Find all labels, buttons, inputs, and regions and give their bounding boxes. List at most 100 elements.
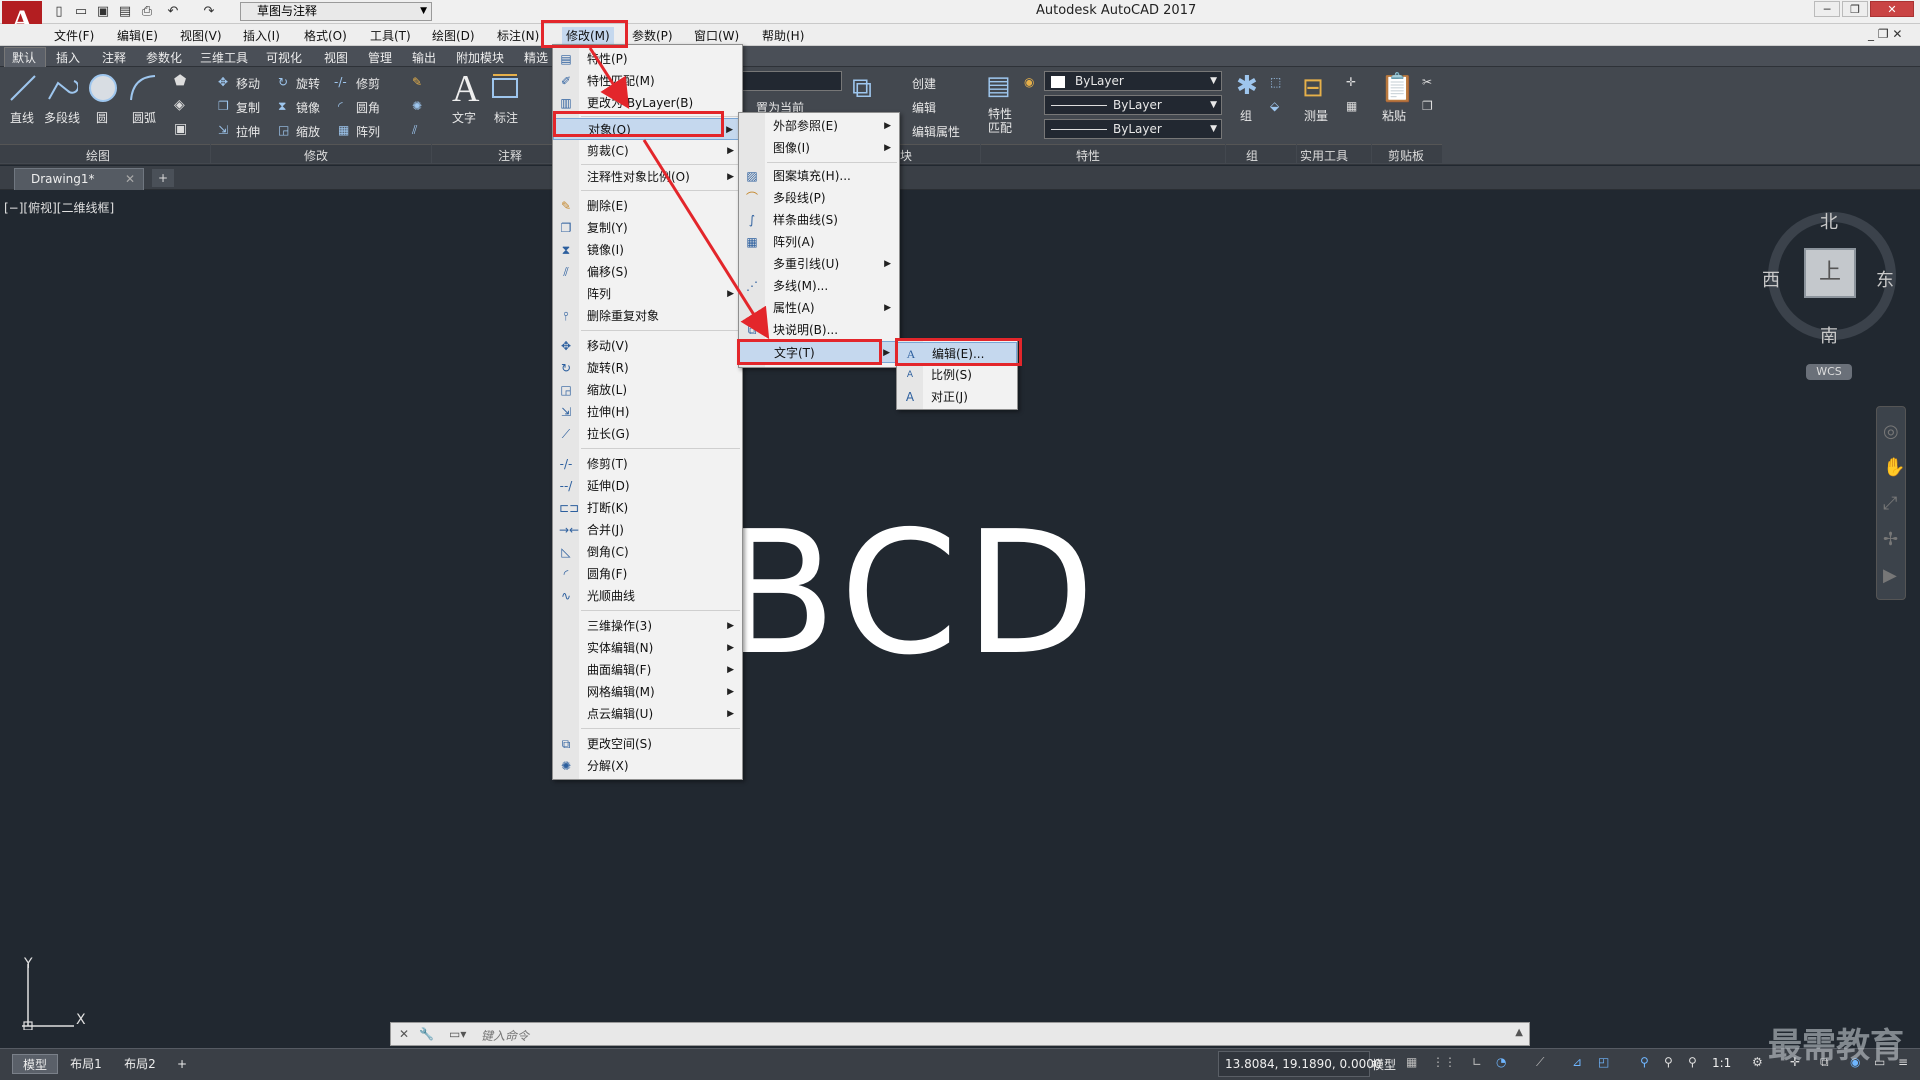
close-icon[interactable]: ✕ xyxy=(125,172,135,186)
panel-properties-bar[interactable] xyxy=(981,144,1225,163)
tab-addins[interactable]: 附加模块 xyxy=(456,49,504,66)
menu-item-copy[interactable]: ❐ 复制(Y) xyxy=(553,217,742,239)
panel-annotate-bar[interactable] xyxy=(432,144,552,163)
new-icon[interactable]: ▯ xyxy=(50,3,68,20)
arc-icon[interactable] xyxy=(128,73,158,103)
menu-item-image[interactable]: 图像(I) ▶ xyxy=(739,137,899,159)
osnap-tracking-icon[interactable]: ⊿ xyxy=(1572,1055,1582,1069)
menu-item-properties[interactable]: ▤ 特性(P) xyxy=(553,48,742,70)
offset-icon[interactable]: ⫽ xyxy=(412,123,417,138)
add-layout-button[interactable]: + xyxy=(170,1054,194,1074)
menu-item-blockdesc[interactable]: ⧉ 块说明(B)... xyxy=(739,319,899,341)
menu-item-pcedit[interactable]: 点云编辑(U) ▶ xyxy=(553,703,742,725)
layer-dropdown[interactable] xyxy=(740,71,842,91)
modify-stretch-label[interactable]: 拉伸 xyxy=(236,123,260,140)
insert-block-icon[interactable]: ⧉ xyxy=(852,71,872,105)
gear-icon[interactable]: ⚙ xyxy=(1752,1055,1763,1069)
workspace-dropdown[interactable]: 草图与注释 ▼ xyxy=(240,2,432,21)
close-icon[interactable]: ✕ xyxy=(399,1027,409,1041)
menu-item-textjustify[interactable]: A 对正(J) xyxy=(897,386,1017,408)
menu-item-blend[interactable]: ∿ 光顺曲线 xyxy=(553,585,742,607)
tab-3dtools[interactable]: 三维工具 xyxy=(200,49,248,66)
redo-icon[interactable]: ↷ xyxy=(200,3,218,20)
tab-parametric[interactable]: 参数化 xyxy=(146,49,182,66)
linetype-dropdown[interactable]: ByLayer ▼ xyxy=(1044,95,1222,115)
hatch-icon[interactable]: ◈ xyxy=(174,97,185,113)
osnap-icon[interactable]: ◰ xyxy=(1598,1055,1609,1069)
doc-window-controls[interactable]: _ ❐ ✕ xyxy=(1868,27,1902,41)
panel-group-bar[interactable] xyxy=(1226,144,1296,163)
menu-item-erase[interactable]: ✎ 删除(E) xyxy=(553,195,742,217)
lineweight-dropdown[interactable]: ByLayer ▼ xyxy=(1044,119,1222,139)
annotation-scale-icon[interactable]: ⚲ xyxy=(1688,1055,1697,1069)
point-icon[interactable]: ✛ xyxy=(1346,75,1356,89)
region-icon[interactable]: ▣ xyxy=(174,121,187,137)
measure-icon[interactable]: ⊟ xyxy=(1302,73,1324,103)
doc-tab-drawing1[interactable]: Drawing1* ✕ xyxy=(14,168,144,190)
tab-annotate[interactable]: 注释 xyxy=(102,49,126,66)
tab-output[interactable]: 输出 xyxy=(412,49,436,66)
restore-button[interactable]: ❐ xyxy=(1842,1,1868,17)
menu-item-xref[interactable]: 外部参照(E) ▶ xyxy=(739,115,899,137)
block-edit-label[interactable]: 编辑 xyxy=(912,99,936,116)
modify-move-label[interactable]: 移动 xyxy=(236,75,260,92)
annotation-scale-value[interactable]: 1:1 xyxy=(1712,1056,1731,1070)
open-icon[interactable]: ▭ xyxy=(72,3,90,20)
annotation-visibility-icon[interactable]: ⚲ xyxy=(1640,1055,1649,1069)
layout-tab-2[interactable]: 布局2 xyxy=(116,1054,164,1074)
steeringwheel-icon[interactable]: ◎ xyxy=(1883,421,1899,442)
menu-item-mleaderedit[interactable]: 多重引线(U) ▶ xyxy=(739,253,899,275)
menu-item-mirror[interactable]: ⧗ 镜像(I) xyxy=(553,239,742,261)
modify-copy-label[interactable]: 复制 xyxy=(236,99,260,116)
menu-item-textscale[interactable]: A 比例(S) xyxy=(897,364,1017,386)
autoscale-icon[interactable]: ⚲ xyxy=(1664,1055,1673,1069)
pan-icon[interactable]: ✋ xyxy=(1883,457,1905,478)
menu-item-solidedit[interactable]: 实体编辑(N) ▶ xyxy=(553,637,742,659)
grid-icon[interactable]: ▦ xyxy=(1406,1055,1417,1069)
text-tool-icon[interactable]: A xyxy=(452,67,479,111)
menu-item-offset[interactable]: ⫽ 偏移(S) xyxy=(553,261,742,283)
menu-file[interactable]: 文件(F) xyxy=(54,27,94,44)
tab-featured[interactable]: 精选 xyxy=(524,49,548,66)
viewcube-top-face[interactable]: 上 xyxy=(1804,248,1856,298)
menu-item-splinedit[interactable]: ∫ 样条曲线(S) xyxy=(739,209,899,231)
menu-item-trim[interactable]: -/- 修剪(T) xyxy=(553,453,742,475)
modify-trim-label[interactable]: 修剪 xyxy=(356,75,380,92)
compass-west[interactable]: 西 xyxy=(1762,266,1780,292)
tab-visualize[interactable]: 可视化 xyxy=(266,49,302,66)
line-icon[interactable] xyxy=(8,73,38,103)
menu-dimension[interactable]: 标注(N) xyxy=(497,27,539,44)
tab-manage[interactable]: 管理 xyxy=(368,49,392,66)
command-line[interactable]: ✕ 🔧 ▭▾ 键入命令 ▲ xyxy=(390,1022,1530,1046)
layout-tab-1[interactable]: 布局1 xyxy=(62,1054,110,1074)
ungroup-icon[interactable]: ⬚ xyxy=(1270,75,1281,89)
modify-scale-label[interactable]: 缩放 xyxy=(296,123,320,140)
wcs-menu[interactable]: WCS xyxy=(1806,364,1852,380)
menu-item-changespace[interactable]: ⧉ 更改空间(S) xyxy=(553,733,742,755)
menu-format[interactable]: 格式(O) xyxy=(304,27,347,44)
menu-item-lengthen[interactable]: ⟋ 拉长(G) xyxy=(553,423,742,445)
undo-icon[interactable]: ↶ xyxy=(164,3,182,20)
showmotion-icon[interactable]: ▶ xyxy=(1883,565,1897,586)
command-input-placeholder[interactable]: 键入命令 xyxy=(481,1027,529,1044)
tab-default[interactable]: 默认 xyxy=(12,49,36,66)
chevron-up-icon[interactable]: ▲ xyxy=(1515,1027,1523,1038)
modify-mirror-label[interactable]: 镜像 xyxy=(296,99,320,116)
menu-item-3dops[interactable]: 三维操作(3) ▶ xyxy=(553,615,742,637)
polar-icon[interactable]: ◔ xyxy=(1496,1055,1506,1069)
menu-item-array[interactable]: 阵列 ▶ xyxy=(553,283,742,305)
erase-icon[interactable]: ✎ xyxy=(412,75,422,89)
viewport-controls-label[interactable]: [−][俯视][二维线框] xyxy=(4,199,114,216)
menu-item-overkill[interactable]: ⫯ 删除重复对象 xyxy=(553,305,742,327)
new-tab-button[interactable]: + xyxy=(152,169,174,187)
menu-item-attribute[interactable]: 属性(A) ▶ xyxy=(739,297,899,319)
modify-fillet-label[interactable]: 圆角 xyxy=(356,99,380,116)
block-create-label[interactable]: 创建 xyxy=(912,75,936,92)
snap-icon[interactable]: ⋮⋮ xyxy=(1432,1055,1456,1069)
layout-tab-model[interactable]: 模型 xyxy=(12,1054,58,1074)
menu-item-surfedit[interactable]: 曲面编辑(F) ▶ xyxy=(553,659,742,681)
menu-item-pedit[interactable]: ⌒ 多段线(P) xyxy=(739,187,899,209)
menu-item-matchprop[interactable]: ✐ 特性匹配(M) xyxy=(553,70,742,92)
wrench-icon[interactable]: 🔧 xyxy=(419,1027,434,1041)
match-properties-icon[interactable]: ▤ xyxy=(986,71,1011,101)
